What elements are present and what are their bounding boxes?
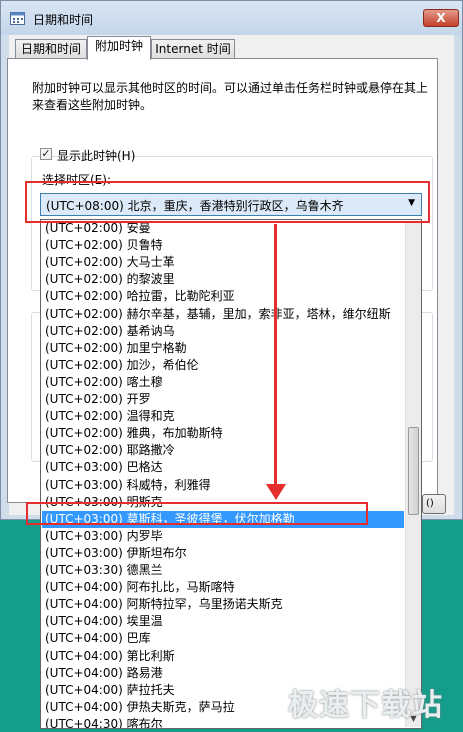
list-item[interactable]: (UTC+02:00) 喀土穆 — [42, 374, 404, 391]
show-clock-label[interactable]: 显示此时钟(H) — [57, 147, 135, 164]
clock-calendar-icon — [10, 12, 25, 25]
list-item[interactable]: (UTC+02:00) 温得和克 — [42, 408, 404, 425]
list-item[interactable]: (UTC+02:00) 雅典，布加勒斯特 — [42, 425, 404, 442]
list-item[interactable]: (UTC+03:00) 巴格达 — [42, 459, 404, 476]
timezone-dropdown-list[interactable]: (UTC+04:30) 喀布尔 (UTC+04:00) 伊热夫斯克，萨马拉 (UTC… — [40, 219, 422, 729]
list-item[interactable]: (UTC+04:00) 埃里温 — [42, 613, 404, 630]
show-clock-checkbox[interactable]: ✓ — [40, 148, 52, 160]
list-item[interactable]: (UTC+02:00) 哈拉雷，比勒陀利亚 — [42, 288, 404, 305]
tab-internet-time[interactable]: Internet 时间 — [151, 39, 235, 59]
list-item[interactable]: (UTC+02:00) 加里宁格勒 — [42, 340, 404, 357]
dropdown-scrollbar[interactable]: ▼ — [405, 221, 421, 727]
list-item[interactable]: (UTC+02:00) 的黎波里 — [42, 271, 404, 288]
site-watermark: 极速下载站 — [288, 688, 443, 723]
tab-additional-clocks[interactable]: 附加时钟 — [87, 36, 151, 60]
list-item[interactable]: (UTC+03:00) 伊斯坦布尔 — [42, 545, 404, 562]
list-item[interactable]: (UTC+02:00) 贝鲁特 — [42, 237, 404, 254]
annotation-arrow-head-icon — [266, 484, 286, 500]
title-bar[interactable]: 日期和时间 X — [1, 1, 462, 35]
tab-date-time[interactable]: 日期和时间 — [15, 39, 87, 59]
window-title: 日期和时间 — [33, 13, 94, 27]
annotation-arrow-shaft — [274, 224, 277, 486]
list-item[interactable]: (UTC+02:00) 耶路撒冷 — [42, 442, 404, 459]
list-item[interactable]: (UTC+02:00) 开罗 — [42, 391, 404, 408]
page-description: 附加时钟可以显示其他时区的时间。可以通过单击任务栏时钟或悬停在其上来查看这些附加… — [32, 81, 429, 112]
highlight-box-combobox — [25, 181, 430, 223]
close-button[interactable]: X — [423, 9, 459, 27]
list-item[interactable]: (UTC+02:00) 加沙，希伯伦 — [42, 357, 404, 374]
scrollbar-thumb[interactable] — [408, 427, 419, 515]
list-item[interactable]: (UTC+02:00) 赫尔辛基，基辅，里加，索非亚，塔林，维尔纽斯 — [42, 306, 404, 323]
highlight-box-selected-item — [26, 502, 368, 525]
list-item[interactable]: (UTC+02:00) 大马士革 — [42, 254, 404, 271]
list-item[interactable]: (UTC+04:00) 阿斯特拉罕，乌里扬诺夫斯克 — [42, 596, 404, 613]
list-item[interactable]: (UTC+03:30) 德黑兰 — [42, 562, 404, 579]
list-item[interactable]: (UTC+04:00) 阿布扎比，马斯喀特 — [42, 579, 404, 596]
ok-button-partial[interactable]: () — [422, 494, 446, 514]
list-item[interactable]: (UTC+03:00) 科威特，利雅得 — [42, 477, 404, 494]
list-item[interactable]: (UTC+02:00) 基希讷乌 — [42, 323, 404, 340]
list-item[interactable]: (UTC+04:00) 巴库 — [42, 630, 404, 647]
list-item[interactable]: (UTC+04:00) 第比利斯 — [42, 648, 404, 665]
list-item[interactable]: (UTC+03:00) 内罗毕 — [42, 528, 404, 545]
